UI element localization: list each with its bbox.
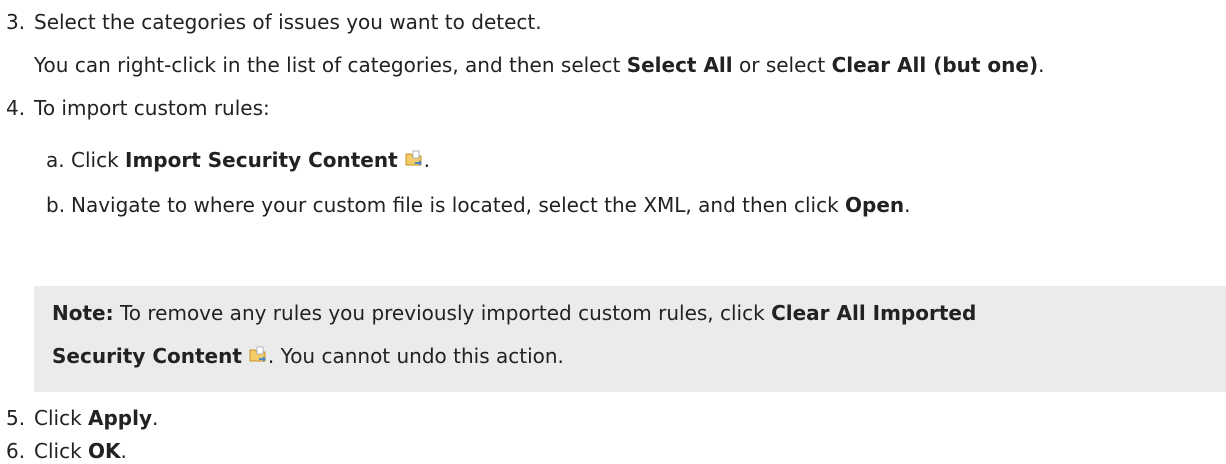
step-number: 3. <box>6 10 26 34</box>
note-label: Note: <box>52 301 114 325</box>
detail-text-mid: or select <box>732 53 832 77</box>
sub-text-prefix: Navigate to where your custom file is lo… <box>71 193 846 217</box>
step-text-prefix: Click <box>34 439 89 463</box>
step-text-prefix: Click <box>34 406 89 430</box>
sub-text-suffix: . <box>423 148 431 172</box>
clear-all-imported-label: Clear All Imported <box>771 301 977 325</box>
step-number: 4. <box>6 96 26 120</box>
ok-label: OK <box>88 439 121 463</box>
step-number: 6. <box>6 439 26 463</box>
clear-imported-security-content-icon <box>248 345 268 365</box>
open-label: Open <box>845 193 905 217</box>
step-3-detail: You can right-click in the list of categ… <box>34 52 1044 78</box>
step-text: Select the categories of issues you want… <box>34 10 542 34</box>
clear-all-label: Clear All (but one) <box>831 53 1039 77</box>
detail-text-suffix: . <box>1038 53 1045 77</box>
sub-letter: a. <box>46 148 65 172</box>
note-text-suffix: . You cannot undo this action. <box>267 344 564 368</box>
sub-letter: b. <box>46 193 66 217</box>
sub-text-suffix: . <box>904 193 911 217</box>
sub-text-prefix: Click <box>71 148 126 172</box>
note-line-1: Note: To remove any rules you previously… <box>52 300 976 326</box>
security-content-label: Security Content <box>52 344 242 368</box>
import-security-content-label: Import Security Content <box>125 148 398 172</box>
note-line-2: Security Content . You cannot undo this … <box>52 343 564 369</box>
apply-label: Apply <box>88 406 153 430</box>
select-all-label: Select All <box>626 53 733 77</box>
step-text-suffix: . <box>152 406 159 430</box>
import-security-content-icon <box>404 149 424 169</box>
step-text: To import custom rules: <box>34 96 270 120</box>
detail-text-prefix: You can right-click in the list of categ… <box>34 53 627 77</box>
step-number: 5. <box>6 406 26 430</box>
step-text-suffix: . <box>120 439 127 463</box>
note-text-prefix: To remove any rules you previously impor… <box>113 301 772 325</box>
